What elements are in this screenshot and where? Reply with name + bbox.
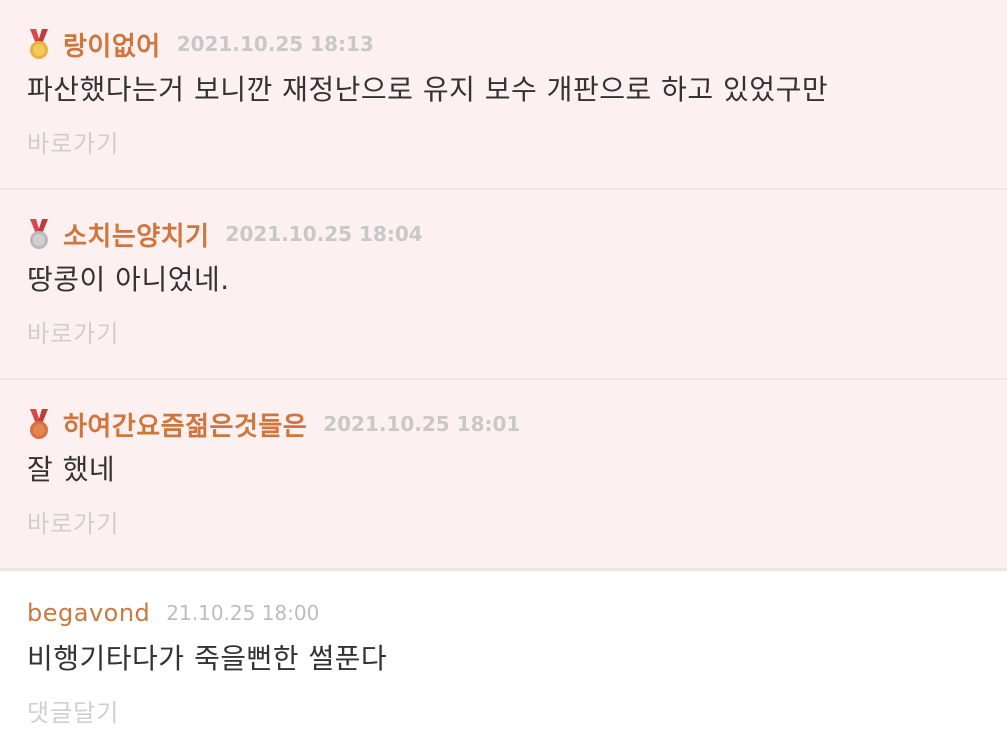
reply-link[interactable]: 댓글달기 xyxy=(27,693,119,728)
comment-author[interactable]: begavond xyxy=(27,599,150,627)
comment-author[interactable]: 랑이없어 xyxy=(63,26,161,63)
best-comment-2: 소치는양치기 2021.10.25 18:04 땅콩이 아니었네. 바로가기 xyxy=(0,190,1007,380)
comment-date: 2021.10.25 18:01 xyxy=(323,412,521,436)
silver-medal-icon xyxy=(27,218,51,250)
comment-author[interactable]: 소치는양치기 xyxy=(63,216,210,253)
comment-text: 잘 했네 xyxy=(27,453,116,486)
comment: begavond 21.10.25 18:00 비행기타다가 죽을뻔한 썰푼다 … xyxy=(0,571,1007,734)
comment-meta: 랑이없어 2021.10.25 18:13 xyxy=(27,0,1007,64)
best-comment-3: 하여간요즘젊은것들은 2021.10.25 18:01 잘 했네 바로가기 xyxy=(0,380,1007,571)
comment-meta: begavond 21.10.25 18:00 xyxy=(27,571,1007,633)
comment-author[interactable]: 하여간요즘젊은것들은 xyxy=(63,406,307,443)
comment-meta: 하여간요즘젊은것들은 2021.10.25 18:01 xyxy=(27,380,1007,444)
goto-link[interactable]: 바로가기 xyxy=(27,124,119,159)
goto-link[interactable]: 바로가기 xyxy=(27,504,119,539)
comment-text: 파산했다는거 보니깐 재정난으로 유지 보수 개판으로 하고 있었구만 xyxy=(27,73,829,106)
comment-date: 21.10.25 18:00 xyxy=(166,601,320,625)
goto-link[interactable]: 바로가기 xyxy=(27,314,119,349)
bronze-medal-icon xyxy=(27,408,51,440)
comment-text: 비행기타다가 죽을뻔한 썰푼다 xyxy=(27,642,388,675)
best-comment-1: 랑이없어 2021.10.25 18:13 파산했다는거 보니깐 재정난으로 유… xyxy=(0,0,1007,190)
comment-date: 2021.10.25 18:13 xyxy=(176,32,374,56)
comment-meta: 소치는양치기 2021.10.25 18:04 xyxy=(27,190,1007,254)
comment-list: 랑이없어 2021.10.25 18:13 파산했다는거 보니깐 재정난으로 유… xyxy=(0,0,1007,736)
comment-text: 땅콩이 아니었네. xyxy=(27,263,230,296)
comment-date: 2021.10.25 18:04 xyxy=(225,222,423,246)
gold-medal-icon xyxy=(27,28,51,60)
